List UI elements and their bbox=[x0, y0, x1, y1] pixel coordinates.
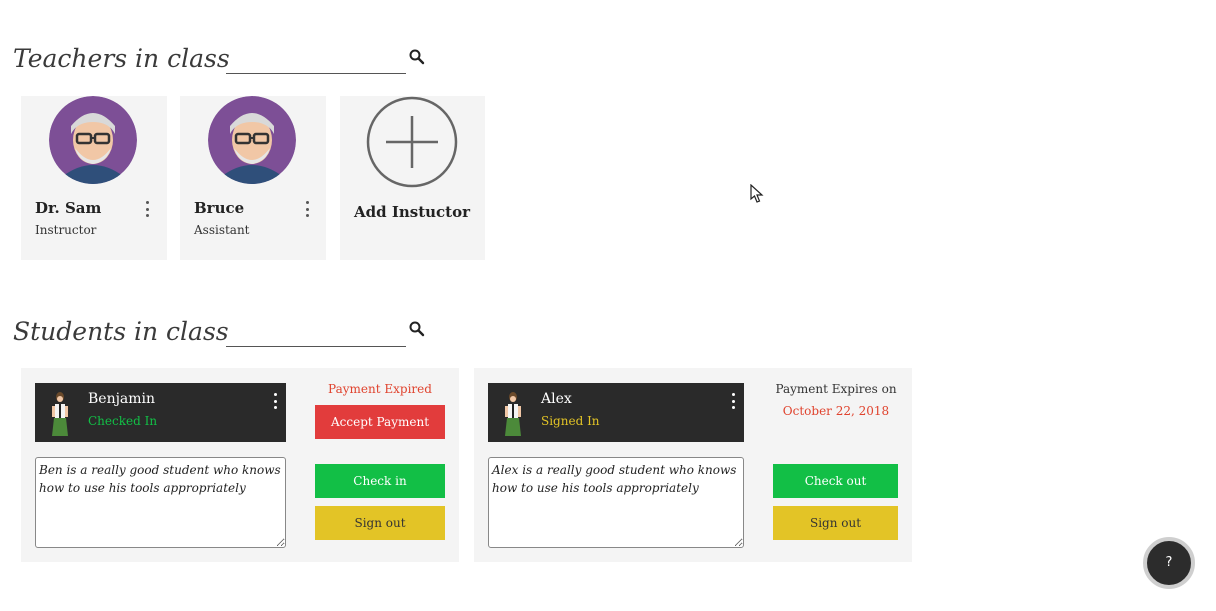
student-avatar bbox=[505, 392, 521, 436]
sign-out-button[interactable]: Sign out bbox=[773, 506, 898, 540]
student-card: Benjamin Checked In Ben is a really good… bbox=[21, 368, 459, 562]
teacher-name: Bruce bbox=[194, 199, 245, 217]
teacher-role: Assistant bbox=[194, 223, 250, 237]
add-instructor-button[interactable]: Add Instuctor bbox=[340, 96, 485, 260]
teacher-card[interactable]: Bruce Assistant bbox=[180, 96, 326, 260]
teachers-search-input[interactable] bbox=[226, 73, 406, 74]
student-card: Alex Signed In Alex is a really good stu… bbox=[474, 368, 912, 562]
teacher-role: Instructor bbox=[35, 223, 97, 237]
student-header[interactable]: Benjamin Checked In bbox=[35, 383, 286, 442]
payment-expires-label: Payment Expires on bbox=[775, 382, 897, 396]
help-button[interactable]: ? bbox=[1143, 537, 1195, 589]
teachers-search-icon[interactable] bbox=[408, 48, 426, 66]
teacher-avatar bbox=[208, 96, 296, 184]
mouse-cursor-icon bbox=[750, 184, 764, 203]
student-status: Checked In bbox=[88, 414, 158, 428]
payment-status: Payment Expired bbox=[328, 382, 432, 396]
payment-expires-date: October 22, 2018 bbox=[782, 404, 890, 418]
check-out-button[interactable]: Check out bbox=[773, 464, 898, 498]
students-search-input[interactable] bbox=[226, 346, 406, 347]
students-section-title: Students in class bbox=[13, 317, 229, 346]
add-instructor-label: Add Instuctor bbox=[354, 203, 471, 221]
teacher-menu-icon[interactable] bbox=[302, 200, 312, 218]
student-name: Benjamin bbox=[88, 391, 156, 407]
teacher-name: Dr. Sam bbox=[35, 199, 102, 217]
check-in-button[interactable]: Check in bbox=[315, 464, 445, 498]
teacher-menu-icon[interactable] bbox=[142, 200, 152, 218]
student-menu-icon[interactable] bbox=[270, 392, 280, 410]
student-header[interactable]: Alex Signed In bbox=[488, 383, 744, 442]
teacher-avatar bbox=[49, 96, 137, 184]
students-search-icon[interactable] bbox=[408, 320, 426, 338]
student-status: Signed In bbox=[541, 414, 600, 428]
student-menu-icon[interactable] bbox=[728, 392, 738, 410]
sign-out-button[interactable]: Sign out bbox=[315, 506, 445, 540]
teacher-card[interactable]: Dr. Sam Instructor bbox=[21, 96, 167, 260]
accept-payment-button[interactable]: Accept Payment bbox=[315, 405, 445, 439]
student-avatar bbox=[52, 392, 68, 436]
student-name: Alex bbox=[541, 391, 572, 407]
student-notes-field[interactable]: Alex is a really good student who knows … bbox=[488, 457, 744, 548]
student-notes-field[interactable]: Ben is a really good student who knows h… bbox=[35, 457, 286, 548]
teachers-section-title: Teachers in class bbox=[13, 44, 230, 73]
plus-circle-icon bbox=[366, 96, 458, 188]
